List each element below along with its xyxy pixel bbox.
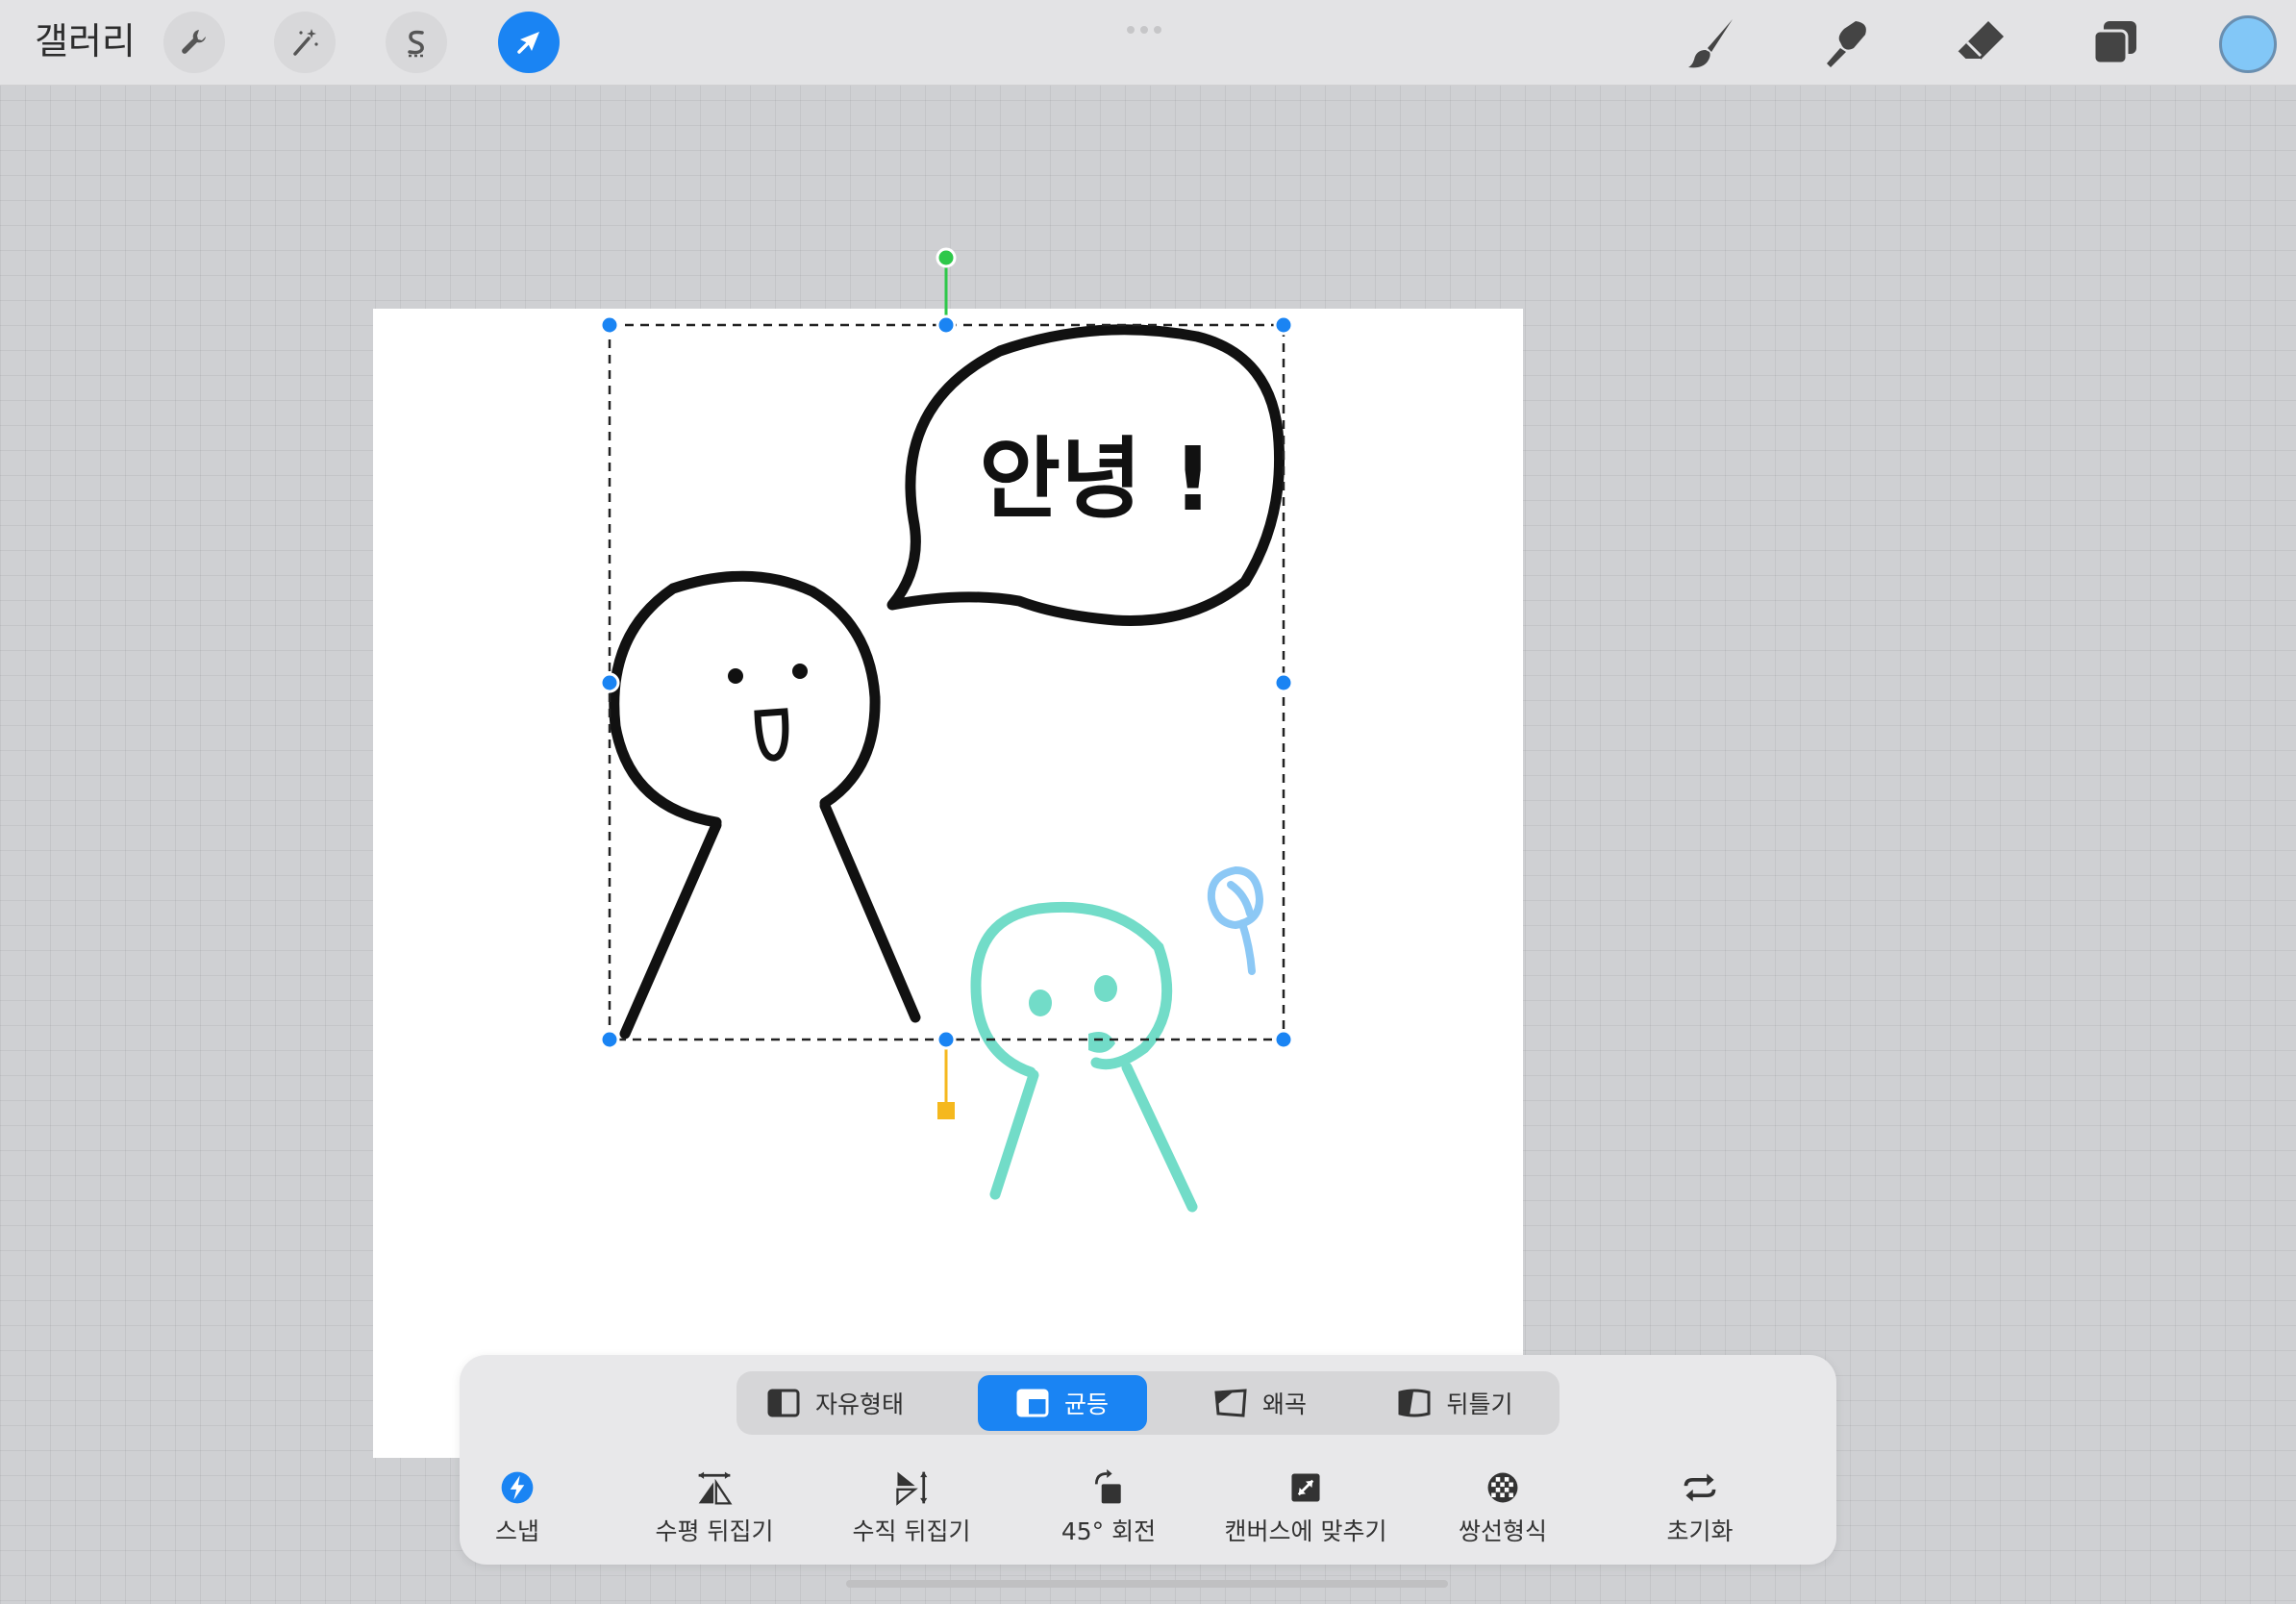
reset-button[interactable]: 초기화 [1604,1468,1796,1547]
color-picker-button[interactable] [2219,15,2277,73]
pivot-handle[interactable] [937,1102,955,1119]
resize-handle-right[interactable] [1273,672,1294,693]
resize-handle-top-right[interactable] [1273,314,1294,336]
mode-warp[interactable]: 뒤틀기 [1371,1375,1540,1431]
warp-icon [1398,1389,1431,1417]
snap-button[interactable]: 스냅 [421,1468,613,1547]
flip-horizontal-button[interactable]: 수평 뒤집기 [618,1468,811,1547]
smudge-icon[interactable] [1817,13,1875,71]
rotate-45-icon [1094,1468,1121,1504]
fit-to-canvas-button[interactable]: 캔버스에 맞추기 [1210,1468,1402,1547]
transform-panel: 자유형태 균등 왜곡 뒤틀기 스냅 수평 뒤집기 수직 뒤집기 45° 회전 캔… [460,1355,1836,1565]
resize-handle-bottom-left[interactable] [599,1029,620,1050]
fit-to-canvas-icon [1291,1473,1320,1502]
distort-icon [1214,1389,1247,1417]
mode-distort[interactable]: 왜곡 [1179,1375,1342,1431]
resize-handle-bottom[interactable] [936,1029,957,1050]
flip-vertical-icon [896,1471,928,1506]
uniform-icon [1016,1389,1049,1417]
home-indicator[interactable] [846,1580,1448,1588]
grabber-handle[interactable] [1127,19,1169,34]
snap-lightning-icon [501,1471,534,1504]
mode-freeform[interactable]: 자유형태 [754,1375,917,1431]
bilinear-button[interactable]: 쌍선형식 [1407,1468,1599,1547]
freeform-icon [767,1389,800,1417]
resize-handle-top-left[interactable] [599,314,620,336]
mode-uniform[interactable]: 균등 [978,1375,1147,1431]
brush-icon[interactable] [1683,13,1740,71]
flip-horizontal-icon [698,1471,733,1505]
gallery-button[interactable]: 갤러리 [35,17,136,65]
transform-arrow-icon[interactable] [498,12,560,73]
top-toolbar: 갤러리 [0,0,2296,86]
reset-icon [1684,1473,1716,1502]
eraser-icon[interactable] [1952,13,2009,71]
resize-handle-top[interactable] [936,314,957,336]
rotate-handle[interactable] [936,247,957,268]
selection-s-icon[interactable] [386,12,447,73]
flip-vertical-button[interactable]: 수직 뒤집기 [815,1468,1008,1547]
drawing-canvas[interactable] [373,309,1523,1458]
bilinear-icon [1487,1472,1518,1503]
rotate-45-button[interactable]: 45° 회전 [1012,1468,1205,1547]
wrench-icon[interactable] [163,12,225,73]
resize-handle-left[interactable] [599,672,620,693]
resize-handle-bottom-right[interactable] [1273,1029,1294,1050]
layers-icon[interactable] [2086,13,2144,71]
magic-wand-icon[interactable] [274,12,336,73]
transform-mode-segmented-control: 자유형태 균등 왜곡 뒤틀기 [736,1371,1560,1435]
